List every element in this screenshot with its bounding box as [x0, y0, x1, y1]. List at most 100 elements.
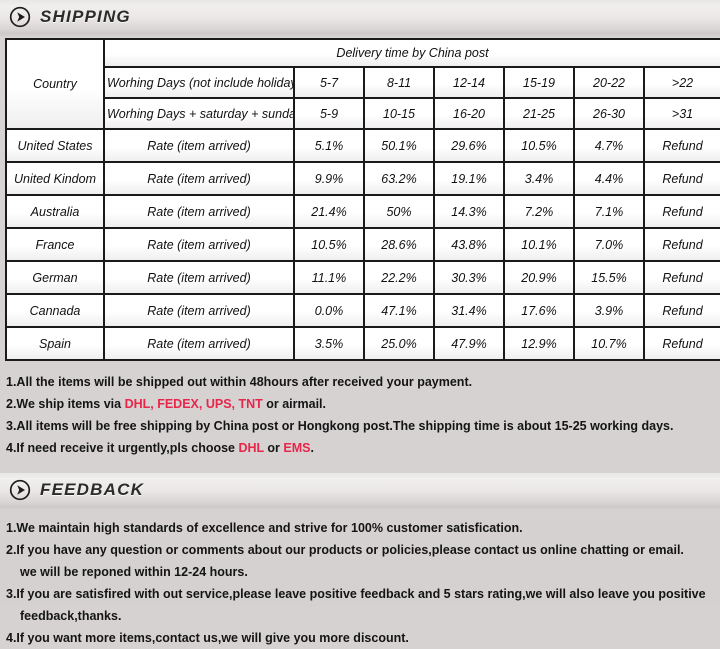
- country-cell: Cannada: [5, 293, 105, 328]
- rate-value-cell: 22.2%: [363, 260, 435, 295]
- note-text: 3.All items will be free shipping by Chi…: [6, 419, 674, 433]
- feedback-note-1: 1.We maintain high standards of excellen…: [6, 517, 720, 539]
- highlighted-text: DHL: [238, 441, 264, 455]
- country-header-cell: Country: [5, 38, 105, 130]
- rate-value-cell: 47.9%: [433, 326, 505, 361]
- table-row: Worhing Days (not include holiday) 5-7 8…: [6, 66, 720, 99]
- days-cell: 10-15: [363, 97, 435, 130]
- table-row: United States Rate (item arrived) 5.1% 5…: [5, 128, 720, 163]
- rate-value-cell: 11.1%: [293, 260, 365, 295]
- note-text: or: [263, 441, 284, 455]
- refund-cell: Refund: [643, 128, 720, 163]
- note-text: 1.We maintain high standards of excellen…: [6, 521, 523, 535]
- days-cell: 8-11: [363, 66, 435, 99]
- rate-value-cell: 10.5%: [293, 227, 365, 262]
- working-days-weekend-label: Worhing Days + saturday + sunday: [103, 97, 295, 130]
- rate-value-cell: 0.0%: [293, 293, 365, 328]
- rate-value-cell: 10.1%: [503, 227, 575, 262]
- rate-label-cell: Rate (item arrived): [103, 260, 295, 295]
- rate-value-cell: 31.4%: [433, 293, 505, 328]
- table-row: Worhing Days + saturday + sunday 5-9 10-…: [6, 97, 720, 130]
- note-text: 2.We ship items via: [6, 397, 125, 411]
- refund-cell: Refund: [643, 260, 720, 295]
- rate-value-cell: 3.5%: [293, 326, 365, 361]
- feedback-title: FEEDBACK: [40, 479, 145, 499]
- refund-cell: Refund: [643, 227, 720, 262]
- days-cell: 16-20: [433, 97, 505, 130]
- note-text: 1.All the items will be shipped out with…: [6, 375, 473, 389]
- rate-value-cell: 50.1%: [363, 128, 435, 163]
- rate-value-cell: 43.8%: [433, 227, 505, 262]
- shipping-note-4: 4.If need receive it urgently,pls choose…: [6, 437, 720, 459]
- feedback-note-2-cont: we will be reponed within 12-24 hours.: [6, 561, 720, 583]
- rate-value-cell: 10.5%: [503, 128, 575, 163]
- rate-value-cell: 9.9%: [293, 161, 365, 196]
- rate-value-cell: 7.2%: [503, 194, 575, 229]
- table-row: German Rate (item arrived) 11.1% 22.2% 3…: [5, 260, 720, 295]
- shipping-notes-list: 1.All the items will be shipped out with…: [0, 361, 720, 459]
- play-circle-icon: [9, 479, 31, 500]
- rate-label-cell: Rate (item arrived): [103, 227, 295, 262]
- shipping-section-header: SHIPPING: [0, 0, 720, 37]
- rate-value-cell: 50%: [363, 194, 435, 229]
- days-cell: 20-22: [573, 66, 645, 99]
- days-cell: 21-25: [503, 97, 575, 130]
- rate-label-cell: Rate (item arrived): [103, 194, 295, 229]
- country-cell: Australia: [5, 194, 105, 229]
- country-cell: United Kindom: [5, 161, 105, 196]
- shipping-note-2: 2.We ship items via DHL, FEDEX, UPS, TNT…: [6, 393, 720, 415]
- refund-cell: Refund: [643, 161, 720, 196]
- rate-value-cell: 5.1%: [293, 128, 365, 163]
- rate-value-cell: 12.9%: [503, 326, 575, 361]
- table-row: France Rate (item arrived) 10.5% 28.6% 4…: [5, 227, 720, 262]
- refund-cell: Refund: [643, 194, 720, 229]
- refund-cell: Refund: [643, 293, 720, 328]
- rate-value-cell: 29.6%: [433, 128, 505, 163]
- refund-cell: Refund: [643, 326, 720, 361]
- delivery-header-cell: Delivery time by China post: [103, 38, 720, 68]
- shipping-table-container: Country Delivery time by China post Worh…: [0, 34, 720, 361]
- days-cell: >22: [643, 66, 720, 99]
- days-cell: 12-14: [433, 66, 505, 99]
- country-cell: United States: [5, 128, 105, 163]
- rate-value-cell: 10.7%: [573, 326, 645, 361]
- days-cell: >31: [643, 97, 720, 130]
- note-text: or airmail.: [262, 397, 327, 411]
- country-cell: France: [5, 227, 105, 262]
- rate-value-cell: 30.3%: [433, 260, 505, 295]
- note-text: 2.If you have any question or comments a…: [6, 543, 684, 557]
- rate-label-cell: Rate (item arrived): [103, 326, 295, 361]
- note-text: 3.If you are satisfired with out service…: [6, 587, 706, 601]
- rate-value-cell: 15.5%: [573, 260, 645, 295]
- note-text: 4.If need receive it urgently,pls choose: [6, 441, 239, 455]
- note-text: we will be reponed within 12-24 hours.: [20, 565, 248, 579]
- note-text: .: [310, 441, 314, 455]
- rate-value-cell: 19.1%: [433, 161, 505, 196]
- country-cell: German: [5, 260, 105, 295]
- rate-value-cell: 3.9%: [573, 293, 645, 328]
- days-cell: 5-9: [293, 97, 365, 130]
- days-cell: 26-30: [573, 97, 645, 130]
- rate-value-cell: 63.2%: [363, 161, 435, 196]
- feedback-note-4: 4.If you want more items,contact us,we w…: [6, 627, 720, 649]
- rate-value-cell: 17.6%: [503, 293, 575, 328]
- rate-value-cell: 21.4%: [293, 194, 365, 229]
- play-circle-icon: [9, 6, 31, 27]
- feedback-section-wrap: FEEDBACK: [0, 473, 720, 510]
- rate-label-cell: Rate (item arrived): [103, 161, 295, 196]
- feedback-note-3-cont: feedback,thanks.: [6, 605, 720, 627]
- page-root: SHIPPING Country Delivery time by China …: [0, 0, 720, 645]
- feedback-section-header: FEEDBACK: [0, 473, 720, 510]
- days-cell: 15-19: [503, 66, 575, 99]
- country-cell: Spain: [5, 326, 105, 361]
- rate-value-cell: 25.0%: [363, 326, 435, 361]
- rate-label-cell: Rate (item arrived): [103, 128, 295, 163]
- table-row: United Kindom Rate (item arrived) 9.9% 6…: [5, 161, 720, 196]
- shipping-title: SHIPPING: [40, 6, 131, 26]
- shipping-rates-table: Country Delivery time by China post Worh…: [5, 38, 720, 361]
- note-text: feedback,thanks.: [20, 609, 122, 623]
- rate-value-cell: 4.7%: [573, 128, 645, 163]
- rate-value-cell: 20.9%: [503, 260, 575, 295]
- rate-value-cell: 7.0%: [573, 227, 645, 262]
- rate-value-cell: 47.1%: [363, 293, 435, 328]
